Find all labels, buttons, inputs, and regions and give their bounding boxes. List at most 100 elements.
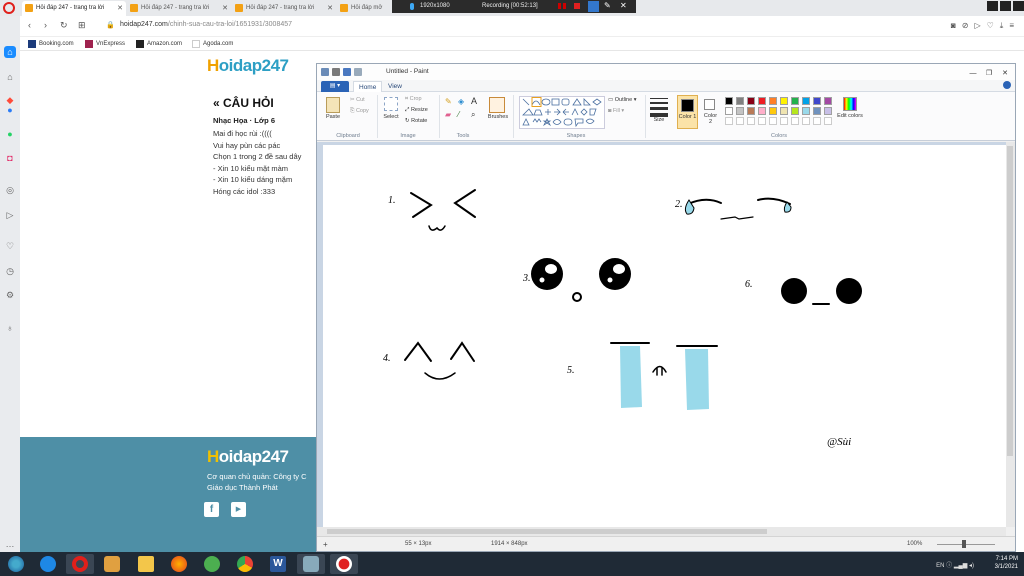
fill-button[interactable]: ◙ Fill ▾ <box>608 108 624 114</box>
palette-swatch[interactable] <box>780 97 788 105</box>
help-icon[interactable] <box>1003 81 1011 89</box>
redo-icon[interactable] <box>354 68 362 76</box>
palette-swatch[interactable] <box>824 107 832 115</box>
tab-3[interactable]: Hỏi đáp 247 - trang tra lời ✕ <box>232 1 336 16</box>
tab-2[interactable]: Hỏi đáp 247 - trang tra lời ✕ <box>127 1 231 16</box>
send-icon[interactable]: ▷ <box>4 209 16 221</box>
heart-icon[interactable]: ♡ <box>4 240 16 252</box>
camera-icon[interactable]: ◙ <box>951 21 956 31</box>
pause-icon[interactable] <box>563 3 566 9</box>
outline-button[interactable]: ▭ Outline ▾ <box>608 97 636 103</box>
text-icon[interactable]: A <box>471 96 477 106</box>
size-button[interactable]: Size <box>650 117 668 123</box>
recorder-menu-icon[interactable] <box>588 1 599 12</box>
lightbulb-icon[interactable]: ♁ <box>4 322 16 334</box>
heart-icon[interactable]: ♡ <box>987 21 994 31</box>
palette-empty-swatch[interactable] <box>813 117 821 125</box>
palette-swatch[interactable] <box>736 107 744 115</box>
whatsapp-icon[interactable]: ● <box>4 128 16 140</box>
palette-swatch[interactable] <box>824 97 832 105</box>
shapes-gallery[interactable] <box>519 96 605 129</box>
magnifier-icon[interactable]: ⌕ <box>471 110 475 120</box>
select-button[interactable]: Select <box>380 114 402 120</box>
taskbar-opera[interactable] <box>66 554 94 574</box>
tab-view[interactable]: View <box>383 81 407 92</box>
url-field[interactable]: hoidap247.com/chinh-sua-cau-tra-loi/1651… <box>120 21 292 28</box>
eraser-icon[interactable]: ▰ <box>445 110 451 119</box>
edit-colors-icon[interactable] <box>843 97 857 111</box>
taskbar-chrome[interactable] <box>231 554 259 574</box>
rotate-button[interactable]: ↻ Rotate <box>405 118 427 124</box>
paste-icon[interactable] <box>326 97 340 113</box>
palette-empty-swatch[interactable] <box>758 117 766 125</box>
vertical-scrollbar[interactable] <box>1006 142 1015 527</box>
taskbar-explorer[interactable] <box>132 554 160 574</box>
more-icon[interactable]: … <box>4 538 16 550</box>
copy-button[interactable]: ⎘ Copy <box>350 108 369 115</box>
taskbar-app-green[interactable] <box>198 554 226 574</box>
undo-icon[interactable] <box>343 68 351 76</box>
close-tab-icon[interactable]: ✕ <box>222 1 228 16</box>
footer-logo[interactable]: Hoidap247 <box>207 447 289 467</box>
palette-empty-swatch[interactable] <box>802 117 810 125</box>
resize-button[interactable]: ⤢ Resize <box>405 107 428 114</box>
taskbar-firefox[interactable] <box>165 554 193 574</box>
network-icon[interactable]: ▂▄▆ <box>954 563 967 569</box>
question-heading[interactable]: « CÂU HỎI <box>213 96 323 110</box>
palette-swatch[interactable] <box>747 97 755 105</box>
tab-1[interactable]: Hỏi đáp 247 - trang tra lời ✕ <box>22 1 126 16</box>
palette-swatch[interactable] <box>769 107 777 115</box>
tab-4[interactable]: Hỏi đáp mở <box>337 1 392 16</box>
palette-empty-swatch[interactable] <box>725 117 733 125</box>
palette-swatch[interactable] <box>802 107 810 115</box>
size-icon[interactable] <box>650 98 668 117</box>
messenger-icon[interactable]: ● <box>4 104 16 116</box>
palette-swatch[interactable] <box>769 97 777 105</box>
close-tab-icon[interactable]: ✕ <box>327 1 333 16</box>
site-logo[interactable]: Hoidap247 <box>207 56 289 76</box>
palette-swatch[interactable] <box>736 97 744 105</box>
language-indicator[interactable]: EN <box>936 563 944 569</box>
fill-icon[interactable]: ◈ <box>458 97 464 106</box>
back-icon[interactable]: ‹ <box>28 20 31 30</box>
pencil-icon[interactable]: ✎ <box>445 97 452 106</box>
help-tray-icon[interactable]: ⓘ <box>946 563 952 569</box>
palette-empty-swatch[interactable] <box>747 117 755 125</box>
horizontal-scroll-thumb[interactable] <box>327 529 767 534</box>
taskbar-media[interactable] <box>98 554 126 574</box>
vertical-scroll-thumb[interactable] <box>1007 146 1013 456</box>
history-icon[interactable]: ◷ <box>4 265 16 277</box>
brushes-icon[interactable] <box>489 97 505 113</box>
palette-empty-swatch[interactable] <box>736 117 744 125</box>
close-recorder-icon[interactable]: ✕ <box>620 0 628 12</box>
taskbar-word[interactable]: W <box>264 554 292 574</box>
bookmark-vnexpress[interactable]: VnExpress <box>85 39 125 49</box>
bookmark-amazon[interactable]: Amazon.com <box>136 39 182 49</box>
drawing-canvas[interactable]: 1. 2. 3. 4. 5. 6. @Sùi <box>323 145 1006 527</box>
speed-dial-icon[interactable]: ⌂ <box>4 46 16 58</box>
cut-button[interactable]: ✂ Cut <box>350 97 365 103</box>
edit-colors-button[interactable]: Edit colors <box>837 113 863 119</box>
menu-icon[interactable]: ≡ <box>1009 21 1014 31</box>
palette-swatch[interactable] <box>725 97 733 105</box>
palette-swatch[interactable] <box>758 107 766 115</box>
taskbar-recorder[interactable] <box>330 554 358 574</box>
palette-swatch[interactable] <box>813 107 821 115</box>
palette-empty-swatch[interactable] <box>791 117 799 125</box>
forward-icon[interactable]: › <box>44 20 47 30</box>
brushes-button[interactable]: Brushes <box>485 114 511 120</box>
paste-button[interactable]: Paste <box>324 114 342 120</box>
palette-swatch[interactable] <box>791 97 799 105</box>
start-button[interactable] <box>2 554 30 574</box>
player-icon[interactable]: ◎ <box>4 184 16 196</box>
palette-empty-swatch[interactable] <box>769 117 777 125</box>
color2-button[interactable]: Color 2 <box>702 95 720 129</box>
opera-menu-icon[interactable] <box>3 2 15 14</box>
palette-swatch[interactable] <box>791 107 799 115</box>
palette-swatch[interactable] <box>780 107 788 115</box>
palette-swatch[interactable] <box>758 97 766 105</box>
taskbar-ie[interactable] <box>34 554 62 574</box>
zoom-slider-knob[interactable] <box>962 540 966 548</box>
youtube-icon[interactable]: ▶ <box>231 502 246 517</box>
horizontal-scrollbar[interactable] <box>317 527 1006 536</box>
